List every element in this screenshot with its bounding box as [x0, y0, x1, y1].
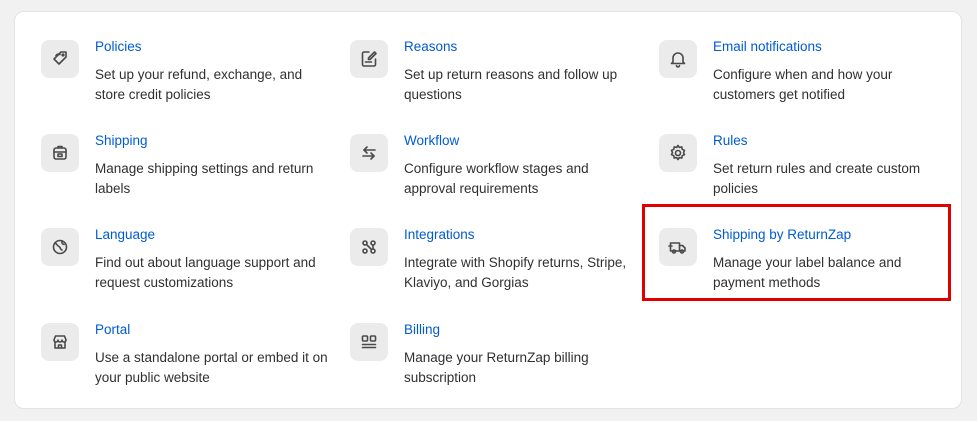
settings-item-title[interactable]: Email notifications — [713, 39, 822, 54]
settings-item-description: Use a standalone portal or embed it on y… — [95, 350, 328, 385]
settings-item-policies[interactable]: Policies Set up your refund, exchange, a… — [41, 39, 331, 110]
settings-item-title[interactable]: Rules — [713, 133, 748, 148]
globe-icon — [41, 228, 79, 266]
settings-item-title[interactable]: Integrations — [404, 227, 475, 242]
settings-item-language[interactable]: Language Find out about language support… — [41, 227, 331, 298]
truck-icon — [659, 228, 697, 266]
settings-item-description: Set up your refund, exchange, and store … — [95, 67, 303, 102]
billing-grid-icon — [350, 323, 388, 361]
settings-item-description: Configure workflow stages and approval r… — [404, 161, 589, 196]
gear-icon — [659, 134, 697, 172]
settings-item-title[interactable]: Workflow — [404, 133, 459, 148]
settings-item-billing[interactable]: Billing Manage your ReturnZap billing su… — [350, 322, 640, 393]
settings-item-title[interactable]: Policies — [95, 39, 142, 54]
settings-item-title[interactable]: Portal — [95, 322, 130, 337]
settings-item-email-notifications[interactable]: Email notifications Configure when and h… — [659, 39, 949, 110]
note-edit-icon — [350, 40, 388, 78]
settings-item-title[interactable]: Shipping by ReturnZap — [713, 227, 851, 242]
settings-item-description: Manage your label balance and payment me… — [713, 255, 902, 290]
settings-item-description: Configure when and how your customers ge… — [713, 67, 893, 102]
settings-item-title[interactable]: Language — [95, 227, 155, 242]
settings-item-description: Set up return reasons and follow up ques… — [404, 67, 618, 102]
tag-refresh-icon — [41, 40, 79, 78]
settings-item-description: Set return rules and create custom polic… — [713, 161, 921, 196]
settings-item-portal[interactable]: Portal Use a standalone portal or embed … — [41, 322, 331, 393]
settings-item-description: Manage your ReturnZap billing subscripti… — [404, 350, 589, 385]
settings-item-title[interactable]: Shipping — [95, 133, 148, 148]
arrows-swap-icon — [350, 134, 388, 172]
settings-item-title[interactable]: Billing — [404, 322, 440, 337]
storefront-icon — [41, 323, 79, 361]
settings-item-description: Integrate with Shopify returns, Stripe, … — [404, 255, 627, 290]
settings-item-workflow[interactable]: Workflow Configure workflow stages and a… — [350, 133, 640, 204]
settings-item-description: Manage shipping settings and return labe… — [95, 161, 314, 196]
package-icon — [41, 134, 79, 172]
settings-item-rules[interactable]: Rules Set return rules and create custom… — [659, 133, 949, 204]
integration-nodes-icon — [350, 228, 388, 266]
settings-item-shipping[interactable]: Shipping Manage shipping settings and re… — [41, 133, 331, 204]
settings-item-shipping-by-returnzap[interactable]: Shipping by ReturnZap Manage your label … — [659, 227, 949, 298]
settings-item-integrations[interactable]: Integrations Integrate with Shopify retu… — [350, 227, 640, 298]
settings-item-reasons[interactable]: Reasons Set up return reasons and follow… — [350, 39, 640, 110]
settings-item-description: Find out about language support and requ… — [95, 255, 316, 290]
bell-icon — [659, 40, 697, 78]
settings-item-title[interactable]: Reasons — [404, 39, 457, 54]
settings-card: Policies Set up your refund, exchange, a… — [14, 11, 962, 409]
